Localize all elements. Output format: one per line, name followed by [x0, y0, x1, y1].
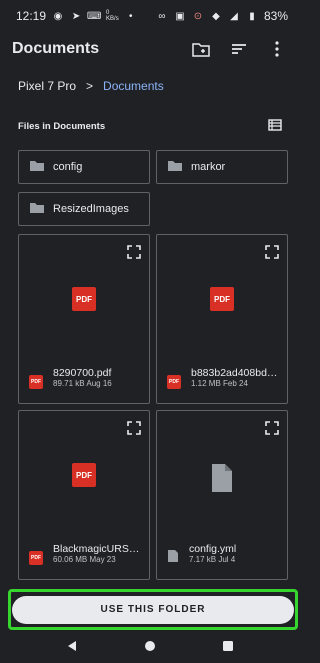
folder-label: config	[53, 161, 83, 173]
file-meta: 60.06 MB May 23	[53, 555, 116, 564]
file-meta: 1.12 MB Feb 24	[191, 379, 248, 388]
data-speed-text: 0 KB/s	[106, 10, 119, 22]
file-meta: 89.71 kB Aug 16	[53, 379, 112, 388]
recents-icon[interactable]	[221, 639, 235, 653]
expand-icon[interactable]	[265, 245, 279, 259]
breadcrumb-root[interactable]: Pixel 7 Pro	[18, 79, 76, 93]
new-folder-icon[interactable]	[190, 38, 212, 60]
system-nav-bar	[0, 629, 300, 663]
status-time: 12:19	[16, 9, 47, 23]
sort-icon[interactable]	[228, 38, 250, 60]
file-name: 8290700.pdf	[53, 367, 112, 379]
page-title: Documents	[12, 40, 100, 57]
file-card-b883b2ad408bd[interactable]: PDF PDF b883b2ad408bd… 1.12 MB Feb 24	[156, 234, 288, 404]
section-title: Files in Documents	[18, 120, 106, 132]
vibrate-icon: ▣	[175, 10, 185, 22]
record-icon: ⊙	[193, 10, 203, 22]
wifi-icon: ◆	[212, 10, 220, 22]
pdf-thumbnail-icon: PDF	[72, 463, 96, 487]
send-icon: ➤	[71, 10, 81, 22]
folder-label: markor	[191, 161, 226, 173]
top-app-bar: Documents	[0, 32, 300, 66]
file-name: config.yml	[189, 543, 237, 555]
pdf-file-icon: PDF	[167, 375, 181, 389]
battery-icon: ▮	[249, 10, 255, 22]
use-this-folder-highlight: USE THIS FOLDER	[8, 589, 298, 630]
signal-icon: ◢	[230, 10, 238, 22]
back-icon[interactable]	[65, 639, 79, 653]
link-icon: ∞	[158, 10, 166, 22]
battery-percent: 83%	[263, 9, 288, 23]
folder-icon	[29, 201, 45, 217]
status-bar: 12:19 ◉ ➤ ⌨ 0 KB/s • ∞ ▣ ⊙ ◆ ◢ ▮ 83%	[0, 0, 300, 32]
keyboard-icon: ⌨	[86, 10, 102, 22]
breadcrumb-separator: >	[86, 79, 94, 93]
folder-item-resizedimages[interactable]: ResizedImages	[18, 192, 150, 226]
folder-item-markor[interactable]: markor	[156, 150, 288, 184]
folder-icon	[167, 159, 183, 175]
settings-indicator-icon: ◉	[53, 10, 63, 22]
breadcrumb: Pixel 7 Pro > Documents	[18, 78, 164, 94]
pdf-thumbnail-icon: PDF	[72, 287, 96, 311]
document-thumbnail-icon	[212, 464, 232, 492]
pdf-file-icon: PDF	[29, 551, 43, 565]
folder-icon	[29, 159, 45, 175]
file-meta: 7.17 kB Jul 4	[189, 555, 236, 564]
file-name: BlackmagicURS…	[53, 543, 140, 555]
file-card-blackmagicurs[interactable]: PDF PDF BlackmagicURS… 60.06 MB May 23	[18, 410, 150, 580]
file-card-config-yml[interactable]: config.yml 7.17 kB Jul 4	[156, 410, 288, 580]
document-file-icon	[168, 550, 178, 562]
folder-item-config[interactable]: config	[18, 150, 150, 184]
file-name: b883b2ad408bd…	[191, 367, 278, 379]
more-vert-icon[interactable]	[266, 38, 288, 60]
expand-icon[interactable]	[127, 245, 141, 259]
pdf-thumbnail-icon: PDF	[210, 287, 234, 311]
expand-icon[interactable]	[265, 421, 279, 435]
dot-icon: •	[128, 10, 133, 22]
file-card-8290700[interactable]: PDF PDF 8290700.pdf 89.71 kB Aug 16	[18, 234, 150, 404]
use-this-folder-button[interactable]: USE THIS FOLDER	[12, 595, 294, 624]
home-icon[interactable]	[143, 639, 157, 653]
expand-icon[interactable]	[127, 421, 141, 435]
files-section-header: Files in Documents	[18, 118, 282, 134]
list-view-icon[interactable]	[268, 118, 282, 134]
pdf-file-icon: PDF	[29, 375, 43, 389]
breadcrumb-current[interactable]: Documents	[103, 79, 164, 93]
folder-label: ResizedImages	[53, 203, 129, 215]
